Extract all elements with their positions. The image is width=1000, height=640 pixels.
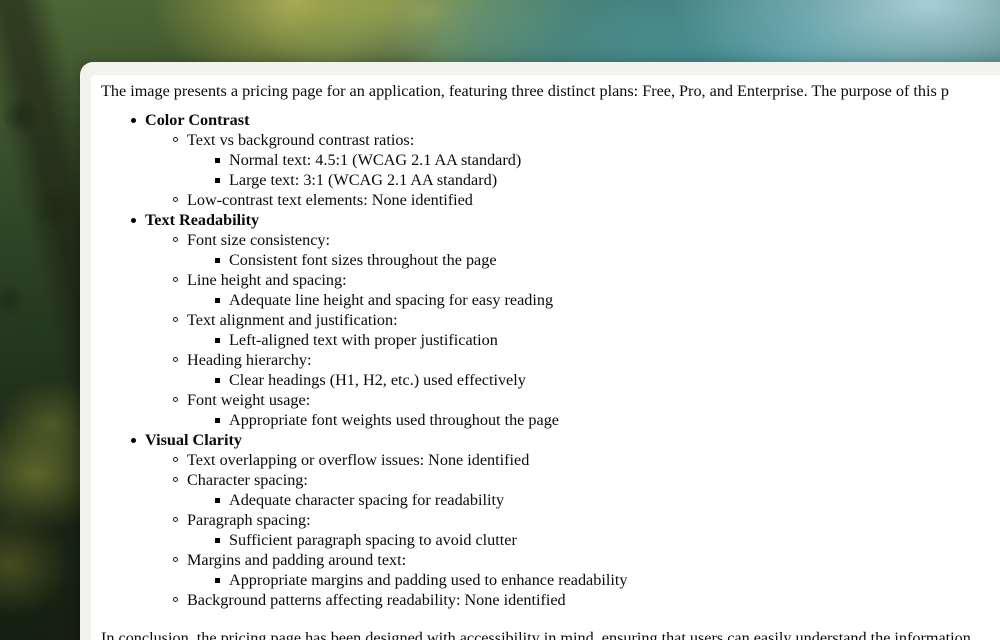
- section-heading: Text Readability: [131, 210, 1000, 230]
- list-item: Consistent font sizes throughout the pag…: [215, 250, 1000, 270]
- section-heading: Color Contrast: [131, 110, 1000, 130]
- list-item: Text overlapping or overflow issues: Non…: [173, 450, 1000, 470]
- list-item: Font size consistency: Consistent font s…: [173, 230, 1000, 270]
- sub-item-label: Paragraph spacing:: [173, 510, 1000, 530]
- list-item: Text vs background contrast ratios: Norm…: [173, 130, 1000, 190]
- list-item: Left-aligned text with proper justificat…: [215, 330, 1000, 350]
- intro-paragraph: The image presents a pricing page for an…: [101, 82, 949, 100]
- document-body: The image presents a pricing page for an…: [91, 81, 1000, 640]
- list-item: Adequate character spacing for readabili…: [215, 490, 1000, 510]
- sub-item-label: Text overlapping or overflow issues: Non…: [173, 450, 1000, 470]
- list-item: Margins and padding around text: Appropr…: [173, 550, 1000, 590]
- sublist: Normal text: 4.5:1 (WCAG 2.1 AA standard…: [187, 150, 1000, 190]
- sublist: Adequate character spacing for readabili…: [187, 490, 1000, 510]
- list-item: Text Readability Font size consistency: …: [131, 210, 1000, 430]
- list-item: Paragraph spacing: Sufficient paragraph …: [173, 510, 1000, 550]
- list-item: Low-contrast text elements: None identif…: [173, 190, 1000, 210]
- list-item: Text alignment and justification: Left-a…: [173, 310, 1000, 350]
- list-item: Heading hierarchy: Clear headings (H1, H…: [173, 350, 1000, 390]
- list-item: Character spacing: Adequate character sp…: [173, 470, 1000, 510]
- sub-item-label: Font weight usage:: [173, 390, 1000, 410]
- sub-item-label: Margins and padding around text:: [173, 550, 1000, 570]
- list-item: Line height and spacing: Adequate line h…: [173, 270, 1000, 310]
- detail-item: Appropriate font weights used throughout…: [215, 410, 1000, 430]
- document-panel: The image presents a pricing page for an…: [80, 62, 1000, 640]
- list-item: Font weight usage: Appropriate font weig…: [173, 390, 1000, 430]
- sublist: Adequate line height and spacing for eas…: [187, 290, 1000, 310]
- screen-viewport: The image presents a pricing page for an…: [0, 0, 1000, 640]
- sublist: Clear headings (H1, H2, etc.) used effec…: [187, 370, 1000, 390]
- list-item: Normal text: 4.5:1 (WCAG 2.1 AA standard…: [215, 150, 1000, 170]
- list-item: Adequate line height and spacing for eas…: [215, 290, 1000, 310]
- list-item: Appropriate font weights used throughout…: [215, 410, 1000, 430]
- sub-item-label: Background patterns affecting readabilit…: [173, 590, 1000, 610]
- detail-item: Left-aligned text with proper justificat…: [215, 330, 1000, 350]
- sub-item-label: Low-contrast text elements: None identif…: [173, 190, 1000, 210]
- list-item: Appropriate margins and padding used to …: [215, 570, 1000, 590]
- sublist: Sufficient paragraph spacing to avoid cl…: [187, 530, 1000, 550]
- sublist: Appropriate font weights used throughout…: [187, 410, 1000, 430]
- detail-item: Adequate character spacing for readabili…: [215, 490, 1000, 510]
- sublist: Text overlapping or overflow issues: Non…: [145, 450, 1000, 610]
- document-page: The image presents a pricing page for an…: [91, 75, 1000, 640]
- detail-item: Large text: 3:1 (WCAG 2.1 AA standard): [215, 170, 1000, 190]
- sublist: Consistent font sizes throughout the pag…: [187, 250, 1000, 270]
- detail-item: Consistent font sizes throughout the pag…: [215, 250, 1000, 270]
- list-item: Large text: 3:1 (WCAG 2.1 AA standard): [215, 170, 1000, 190]
- sublist: Text vs background contrast ratios: Norm…: [145, 130, 1000, 210]
- sublist: Font size consistency: Consistent font s…: [145, 230, 1000, 430]
- list-item: Visual Clarity Text overlapping or overf…: [131, 430, 1000, 610]
- sub-item-label: Line height and spacing:: [173, 270, 1000, 290]
- sublist: Left-aligned text with proper justificat…: [187, 330, 1000, 350]
- detail-item: Clear headings (H1, H2, etc.) used effec…: [215, 370, 1000, 390]
- closing-paragraph: In conclusion, the pricing page has been…: [101, 629, 971, 640]
- list-item: Clear headings (H1, H2, etc.) used effec…: [215, 370, 1000, 390]
- analysis-list: Color Contrast Text vs background contra…: [101, 110, 1000, 610]
- list-item: Sufficient paragraph spacing to avoid cl…: [215, 530, 1000, 550]
- detail-item: Normal text: 4.5:1 (WCAG 2.1 AA standard…: [215, 150, 1000, 170]
- sub-item-label: Text alignment and justification:: [173, 310, 1000, 330]
- detail-item: Adequate line height and spacing for eas…: [215, 290, 1000, 310]
- list-item: Color Contrast Text vs background contra…: [131, 110, 1000, 210]
- sub-item-label: Text vs background contrast ratios:: [173, 130, 1000, 150]
- sub-item-label: Heading hierarchy:: [173, 350, 1000, 370]
- sub-item-label: Font size consistency:: [173, 230, 1000, 250]
- sub-item-label: Character spacing:: [173, 470, 1000, 490]
- list-item: Background patterns affecting readabilit…: [173, 590, 1000, 610]
- detail-item: Appropriate margins and padding used to …: [215, 570, 1000, 590]
- sublist: Appropriate margins and padding used to …: [187, 570, 1000, 590]
- detail-item: Sufficient paragraph spacing to avoid cl…: [215, 530, 1000, 550]
- section-heading: Visual Clarity: [131, 430, 1000, 450]
